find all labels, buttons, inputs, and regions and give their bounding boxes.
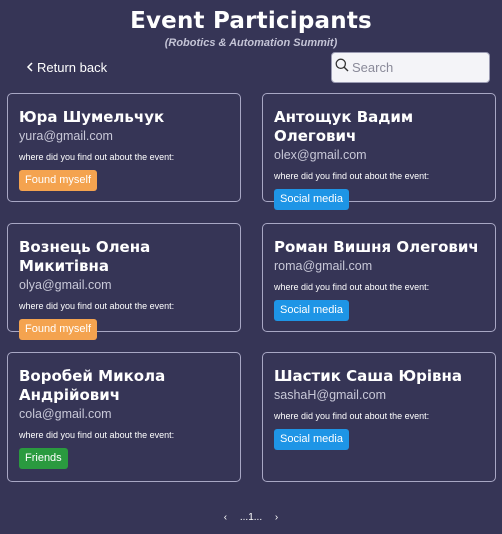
participant-email: olex@gmail.com (274, 148, 367, 162)
participant-name: Воробей Микола Андрійович (19, 367, 166, 404)
source-question: where did you find out about the event: (274, 411, 430, 421)
source-question: where did you find out about the event: (19, 430, 175, 440)
participant-name: Юра Шумельчук (19, 108, 165, 126)
participant-card: Юра Шумельчук yura@gmail.com where did y… (7, 93, 241, 202)
source-badge: Social media (274, 300, 349, 321)
participant-card: Воробей Микола Андрійович cola@gmail.com… (7, 352, 241, 482)
return-back-button[interactable]: Return back (26, 60, 107, 75)
page-title: Event Participants (130, 8, 372, 34)
participant-card: Роман Вишня Олегович roma@gmail.com wher… (262, 223, 496, 332)
chevron-left-icon (26, 61, 34, 74)
participant-card: Антощук Вадим Олегович olex@gmail.com wh… (262, 93, 496, 210)
search-icon (335, 58, 349, 77)
source-badge: Social media (274, 429, 349, 450)
page-indicator[interactable]: ...1... (240, 512, 262, 523)
participant-name: Роман Вишня Олегович (274, 238, 479, 256)
pagination: ‹ ...1... › (0, 512, 502, 523)
prev-page-button[interactable]: ‹ (224, 512, 227, 523)
next-page-button[interactable]: › (275, 512, 278, 523)
source-question: where did you find out about the event: (274, 171, 430, 181)
participant-email: roma@gmail.com (274, 259, 373, 273)
participant-name: Антощук Вадим Олегович (274, 108, 414, 145)
participant-name: Шастик Саша Юрівна (274, 367, 463, 385)
source-question: where did you find out about the event: (19, 152, 175, 162)
participant-email: yura@gmail.com (19, 129, 113, 143)
participant-email: sashaH@gmail.com (274, 388, 387, 402)
search-box[interactable] (331, 52, 490, 83)
page-subtitle: (Robotics & Automation Summit) (164, 37, 338, 49)
source-badge: Friends (19, 448, 68, 469)
participant-email: cola@gmail.com (19, 407, 112, 421)
search-input[interactable] (352, 60, 482, 75)
source-badge: Found myself (19, 170, 98, 191)
source-question: where did you find out about the event: (19, 301, 175, 311)
participant-card: Шастик Саша Юрівна sashaH@gmail.com wher… (262, 352, 496, 482)
source-question: where did you find out about the event: (274, 282, 430, 292)
source-badge: Found myself (19, 319, 98, 340)
participant-email: olya@gmail.com (19, 278, 112, 292)
participant-card: Вознець Олена Микитівна olya@gmail.com w… (7, 223, 241, 340)
return-back-label: Return back (37, 60, 108, 75)
participant-name: Вознець Олена Микитівна (19, 238, 151, 275)
source-badge: Social media (274, 189, 349, 210)
